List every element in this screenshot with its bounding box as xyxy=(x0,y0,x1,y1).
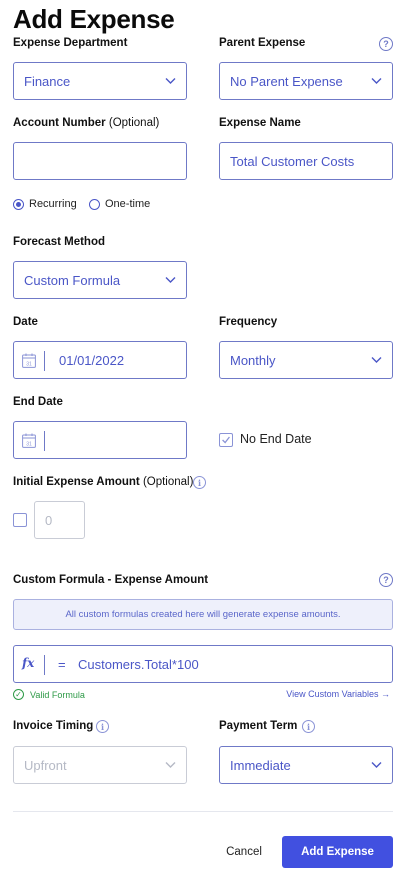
calendar-icon[interactable]: 31 xyxy=(22,353,36,368)
footer-divider xyxy=(13,811,393,812)
date-input[interactable]: 31 01/01/2022 xyxy=(13,341,187,379)
expense-name-label: Expense Name xyxy=(219,117,301,129)
check-circle-icon: ✓ xyxy=(13,689,24,700)
formula-input[interactable]: fx = Customers.Total*100 xyxy=(13,645,393,683)
one-time-label[interactable]: One-time xyxy=(105,198,150,210)
function-icon: fx xyxy=(22,656,35,670)
invoice-timing-select[interactable]: Upfront xyxy=(13,746,187,784)
forecast-method-label: Forecast Method xyxy=(13,236,106,248)
optional-tag: (Optional) xyxy=(142,476,194,488)
valid-formula-text: Valid Formula xyxy=(30,689,85,700)
forecast-method-value: Custom Formula xyxy=(24,272,121,288)
page-title: Add Expense xyxy=(13,4,175,34)
no-end-date-label[interactable]: No End Date xyxy=(240,432,312,446)
info-icon[interactable]: i xyxy=(96,720,109,733)
formula-equals: = xyxy=(58,657,66,672)
recurring-label[interactable]: Recurring xyxy=(29,198,77,210)
info-icon[interactable]: i xyxy=(302,720,315,733)
calendar-day: 31 xyxy=(26,362,32,368)
check-icon xyxy=(222,436,230,444)
expense-name-value: Total Customer Costs xyxy=(230,153,355,169)
end-date-input[interactable]: 31 xyxy=(13,421,187,459)
formula-value: Customers.Total*100 xyxy=(78,657,199,672)
divider xyxy=(44,351,45,371)
parent-expense-value: No Parent Expense xyxy=(230,73,343,89)
forecast-method-select[interactable]: Custom Formula xyxy=(13,261,187,299)
payment-term-select[interactable]: Immediate xyxy=(219,746,393,784)
frequency-value: Monthly xyxy=(230,352,276,368)
department-select[interactable]: Finance xyxy=(13,62,187,100)
parent-expense-select[interactable]: No Parent Expense xyxy=(219,62,393,100)
chevron-down-icon xyxy=(371,762,382,768)
help-circle-icon[interactable]: ? xyxy=(379,37,393,51)
chevron-down-icon xyxy=(165,277,176,283)
recurring-radio[interactable] xyxy=(13,199,24,210)
chevron-down-icon xyxy=(165,78,176,84)
payment-term-label: Payment Term xyxy=(219,720,298,732)
initial-amount-label-text: Initial Expense Amount xyxy=(13,476,140,488)
expense-name-input[interactable]: Total Customer Costs xyxy=(219,142,393,180)
invoice-timing-label: Invoice Timing xyxy=(13,720,94,732)
department-label: Expense Department xyxy=(13,37,128,49)
info-icon[interactable]: i xyxy=(193,476,206,489)
formula-note: All custom formulas created here will ge… xyxy=(13,599,393,630)
valid-formula-status: ✓ Valid Formula xyxy=(13,689,85,700)
chevron-down-icon xyxy=(165,762,176,768)
parent-expense-label: Parent Expense xyxy=(219,37,306,49)
end-date-label: End Date xyxy=(13,396,63,408)
initial-amount-input[interactable]: 0 xyxy=(34,501,85,539)
add-expense-button[interactable]: Add Expense xyxy=(282,836,393,868)
divider xyxy=(44,655,45,675)
account-number-label: Account Number (Optional) xyxy=(13,117,159,129)
initial-amount-label: Initial Expense Amount (Optional) xyxy=(13,476,193,488)
optional-tag: (Optional) xyxy=(108,117,160,129)
initial-amount-placeholder: 0 xyxy=(45,512,53,528)
no-end-date-checkbox[interactable] xyxy=(219,433,233,447)
custom-formula-label: Custom Formula - Expense Amount xyxy=(13,574,209,586)
one-time-radio[interactable] xyxy=(89,199,100,210)
frequency-label: Frequency xyxy=(219,316,278,328)
calendar-day: 31 xyxy=(26,442,32,448)
calendar-icon[interactable]: 31 xyxy=(22,433,36,448)
view-custom-variables-link[interactable]: View Custom Variables → xyxy=(286,689,390,699)
date-label: Date xyxy=(13,316,38,328)
initial-amount-checkbox[interactable] xyxy=(13,513,27,527)
frequency-select[interactable]: Monthly xyxy=(219,341,393,379)
account-number-input[interactable] xyxy=(13,142,187,180)
department-value: Finance xyxy=(24,73,71,89)
invoice-timing-value: Upfront xyxy=(24,757,67,773)
payment-term-value: Immediate xyxy=(230,757,291,773)
help-circle-icon[interactable]: ? xyxy=(379,573,393,587)
cancel-button[interactable]: Cancel xyxy=(218,836,270,868)
divider xyxy=(44,431,45,451)
chevron-down-icon xyxy=(371,357,382,363)
account-number-label-text: Account Number xyxy=(13,117,106,129)
chevron-down-icon xyxy=(371,78,382,84)
